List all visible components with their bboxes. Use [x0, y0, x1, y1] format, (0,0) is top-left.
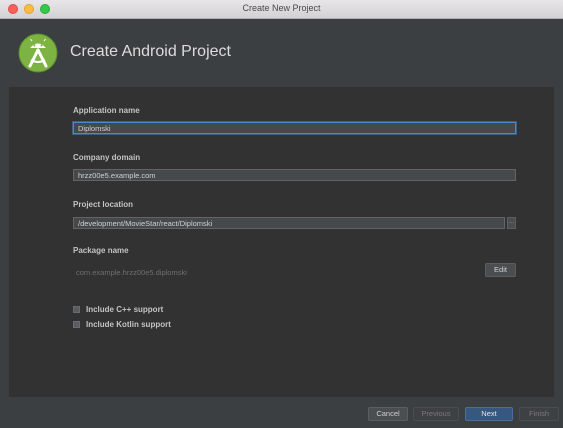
application-name-label: Application name	[73, 106, 140, 115]
window-title: Create New Project	[242, 3, 321, 13]
previous-button[interactable]: Previous	[413, 407, 459, 421]
project-location-input[interactable]	[73, 217, 505, 229]
edit-package-button[interactable]: Edit	[485, 263, 516, 277]
kotlin-support-checkbox[interactable]	[73, 321, 80, 328]
finish-button[interactable]: Finish	[519, 407, 559, 421]
browse-location-button[interactable]: ...	[507, 217, 516, 229]
page-title: Create Android Project	[70, 43, 231, 60]
kotlin-support-row[interactable]: Include Kotlin support	[73, 320, 171, 329]
cpp-support-checkbox[interactable]	[73, 306, 80, 313]
package-name-label: Package name	[73, 246, 129, 255]
wizard-footer: Cancel Previous Next Finish	[0, 397, 563, 428]
wizard-header: Create Android Project	[0, 19, 563, 87]
form-panel: Application name Company domain Project …	[9, 87, 554, 397]
cpp-support-row[interactable]: Include C++ support	[73, 305, 163, 314]
company-domain-input[interactable]	[73, 169, 516, 181]
kotlin-support-label: Include Kotlin support	[86, 320, 171, 329]
cpp-support-label: Include C++ support	[86, 305, 164, 314]
next-button[interactable]: Next	[465, 407, 513, 421]
title-bar: Create New Project	[0, 0, 563, 19]
package-name-value: com.example.hrzz00e5.diplomski	[76, 268, 187, 277]
company-domain-label: Company domain	[73, 153, 141, 162]
project-location-label: Project location	[73, 200, 134, 209]
application-name-input[interactable]	[73, 122, 516, 134]
cancel-button[interactable]: Cancel	[368, 407, 408, 421]
create-project-window: Create New Project Create Android Projec…	[0, 0, 563, 428]
android-studio-icon	[18, 33, 58, 73]
